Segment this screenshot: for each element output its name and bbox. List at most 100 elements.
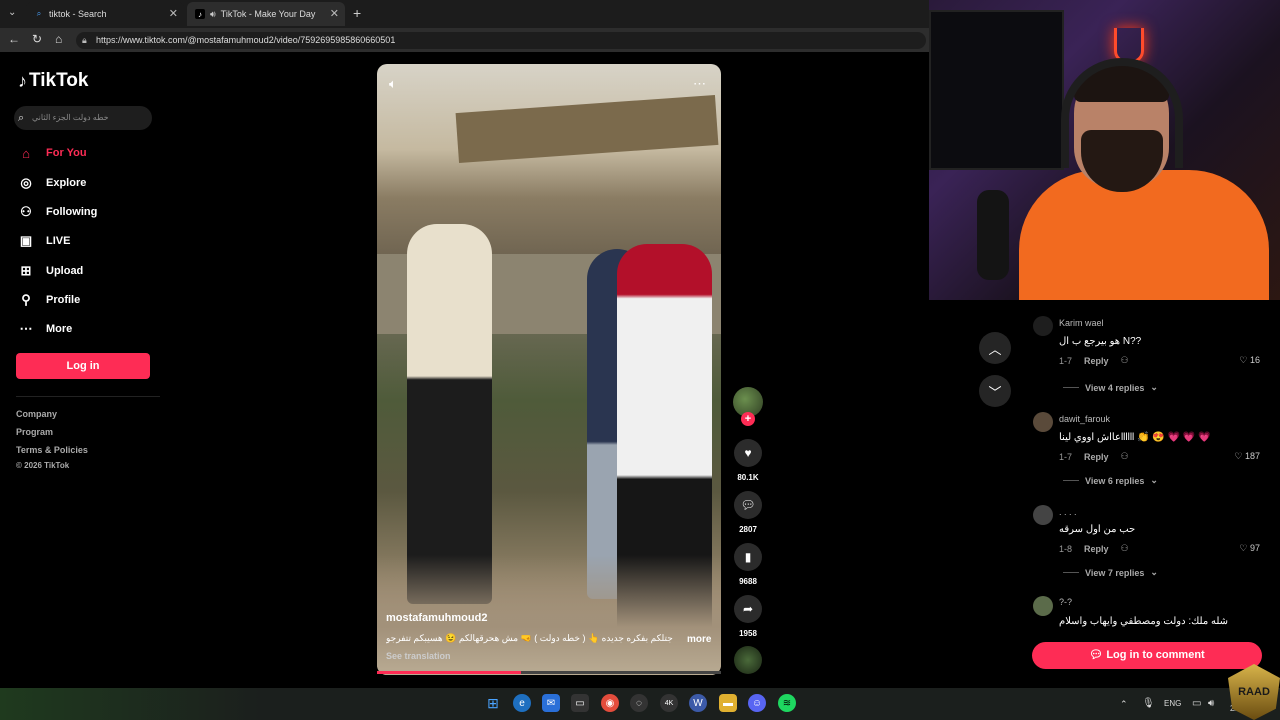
like-button[interactable]: ♥ bbox=[734, 439, 762, 467]
view-replies-label: View 7 replies bbox=[1085, 567, 1145, 578]
desktop-icon[interactable]: ▭ bbox=[571, 694, 589, 712]
comment-like[interactable]: ♡ 187 bbox=[1230, 451, 1260, 462]
comment-date: 1-7 bbox=[1059, 355, 1073, 366]
start-icon[interactable]: ⊞ bbox=[484, 694, 502, 712]
folder-icon[interactable]: ▬ bbox=[719, 694, 737, 712]
refresh-icon[interactable]: ↻ bbox=[32, 32, 42, 46]
footer-link-program[interactable]: Program bbox=[16, 427, 53, 437]
search-input[interactable]: ⌕ خطه دولت الجزء الثاني bbox=[14, 106, 152, 130]
search-icon: ⌕ bbox=[36, 9, 42, 18]
lock-icon: 🔒︎ bbox=[82, 35, 87, 45]
comment-like[interactable]: ♡ 16 bbox=[1230, 355, 1260, 366]
comment-avatar[interactable] bbox=[1033, 412, 1053, 432]
footer-link-company[interactable]: Company bbox=[16, 409, 57, 419]
comment-username[interactable]: Karim wael bbox=[1059, 318, 1104, 328]
view-replies-button[interactable]: View 6 replies ⌄ bbox=[1063, 475, 1158, 486]
reply-button[interactable]: Reply bbox=[1084, 452, 1109, 462]
tab-tiktok[interactable]: ♪ 🔊︎ TikTok - Make Your Day ✕ bbox=[187, 2, 345, 26]
sidebar-item-explore[interactable]: ◎ Explore bbox=[18, 175, 86, 191]
creator-like-icon[interactable]: ⚇ bbox=[1121, 543, 1129, 554]
home-icon[interactable]: ⌂ bbox=[55, 32, 62, 46]
comment-like-count: 97 bbox=[1249, 543, 1260, 553]
compass-icon: ◎ bbox=[20, 175, 32, 190]
comment-username[interactable]: ?-? bbox=[1059, 597, 1072, 607]
tiktok-logo[interactable]: ♪ TikTok bbox=[18, 70, 88, 92]
video-progress-bar[interactable] bbox=[377, 671, 721, 674]
creator-like-icon[interactable]: ⚇ bbox=[1121, 451, 1129, 462]
see-translation-link[interactable]: See translation bbox=[386, 651, 451, 661]
comment-avatar[interactable] bbox=[1033, 505, 1053, 525]
mail-icon[interactable]: ✉ bbox=[542, 694, 560, 712]
back-icon[interactable]: ← bbox=[8, 32, 20, 46]
description-more-button[interactable]: more bbox=[687, 634, 711, 645]
edge-icon[interactable]: e bbox=[513, 694, 531, 712]
comment-avatar[interactable] bbox=[1033, 596, 1053, 616]
volume-icon[interactable]: 🔊︎ bbox=[1208, 698, 1214, 709]
divider bbox=[1063, 480, 1079, 481]
comment-avatar[interactable] bbox=[1033, 316, 1053, 336]
sidebar-item-live[interactable]: ▣ LIVE bbox=[18, 233, 71, 249]
tab-search[interactable]: ⌕ tiktok - Search ✕ bbox=[26, 2, 184, 26]
footer-link-terms[interactable]: Terms & Policies bbox=[16, 445, 88, 455]
like-count: 80.1K bbox=[737, 473, 759, 482]
share-icon: ➦ bbox=[742, 602, 754, 616]
comment-like-count: 16 bbox=[1249, 355, 1260, 365]
discord-icon[interactable]: ☺ bbox=[748, 694, 766, 712]
login-button[interactable]: Log in bbox=[16, 353, 150, 379]
sidebar-item-upload[interactable]: ⊞ Upload bbox=[18, 263, 84, 279]
follow-plus-icon[interactable]: + bbox=[741, 412, 755, 426]
comment-button[interactable]: 💬︎ bbox=[734, 491, 762, 519]
live-icon: ▣ bbox=[19, 233, 33, 248]
login-to-comment-button[interactable]: 💬︎ Log in to comment bbox=[1032, 642, 1262, 669]
previous-video-button[interactable]: ︿ bbox=[979, 332, 1011, 364]
comment-meta: 1-7 Reply ⚇ bbox=[1059, 451, 1129, 462]
reply-button[interactable]: Reply bbox=[1084, 544, 1109, 554]
4k-icon[interactable]: 4K bbox=[660, 694, 678, 712]
tray-chevron-icon[interactable]: ⌃ bbox=[1120, 699, 1128, 710]
save-button[interactable]: ▮ bbox=[734, 543, 762, 571]
close-icon[interactable]: ✕ bbox=[169, 7, 178, 20]
sidebar-item-for-you[interactable]: ⌂ For You bbox=[18, 145, 86, 161]
comment-date: 1-7 bbox=[1059, 451, 1073, 462]
sidebar-item-more[interactable]: ⋯ More bbox=[18, 321, 73, 337]
close-icon[interactable]: ✕ bbox=[330, 7, 339, 20]
sound-avatar[interactable] bbox=[734, 646, 762, 674]
sidebar-item-label: More bbox=[46, 323, 73, 335]
comment-text: عااش اووي ليناllllll 👏 😍 💗 💗 💗 bbox=[1059, 432, 1211, 443]
comment-username[interactable]: . . . . bbox=[1059, 507, 1077, 517]
app-icon[interactable]: W bbox=[689, 694, 707, 712]
video-username[interactable]: mostafamuhmoud2 bbox=[386, 612, 487, 624]
obs-icon[interactable]: ◌ bbox=[630, 694, 648, 712]
comment-icon: 💬︎ bbox=[1089, 649, 1104, 661]
chevron-down-icon: ﹀ bbox=[988, 384, 1002, 400]
share-button[interactable]: ➦ bbox=[734, 595, 762, 623]
comment-meta: 1-7 Reply ⚇ bbox=[1059, 355, 1129, 366]
video-progress-fill bbox=[377, 671, 522, 674]
chrome-icon[interactable]: ◉ bbox=[601, 694, 619, 712]
sidebar-item-following[interactable]: ⚇ Following bbox=[18, 204, 97, 220]
more-options-icon[interactable]: ⋯ bbox=[693, 76, 706, 92]
network-icon[interactable]: ▭ bbox=[1192, 698, 1201, 709]
view-replies-button[interactable]: View 4 replies ⌄ bbox=[1063, 382, 1158, 393]
view-replies-label: View 4 replies bbox=[1085, 382, 1145, 393]
creator-like-icon[interactable]: ⚇ bbox=[1121, 355, 1129, 366]
spotify-icon[interactable]: ≋ bbox=[778, 694, 796, 712]
video-player[interactable]: 🔈︎ ⋯ bbox=[377, 64, 721, 675]
language-indicator[interactable]: ENG bbox=[1164, 699, 1181, 708]
copyright: © 2026 TikTok bbox=[16, 461, 70, 470]
mute-icon[interactable]: 🔈︎ bbox=[389, 76, 397, 92]
view-replies-button[interactable]: View 7 replies ⌄ bbox=[1063, 567, 1158, 578]
comment-username[interactable]: dawit_farouk bbox=[1059, 414, 1110, 424]
microphone-icon[interactable]: 🎙︎ bbox=[1142, 698, 1155, 709]
speaker-icon[interactable]: 🔊︎ bbox=[210, 9, 216, 20]
tab-menu-icon[interactable]: ⌄ bbox=[8, 7, 16, 18]
url-text: https://www.tiktok.com/@mostafamuhmoud2/… bbox=[96, 35, 396, 45]
next-video-button[interactable]: ﹀ bbox=[979, 375, 1011, 407]
sidebar-item-profile[interactable]: ⚲ Profile bbox=[18, 292, 80, 308]
comment-like[interactable]: ♡ 97 bbox=[1230, 543, 1260, 554]
comment-text: هو بيرجع ب ال N?? bbox=[1059, 336, 1142, 347]
reply-button[interactable]: Reply bbox=[1084, 356, 1109, 366]
new-tab-icon[interactable]: + bbox=[353, 5, 361, 21]
comment-date: 1-8 bbox=[1059, 543, 1073, 554]
url-field[interactable]: 🔒︎ https://www.tiktok.com/@mostafamuhmou… bbox=[76, 32, 926, 49]
